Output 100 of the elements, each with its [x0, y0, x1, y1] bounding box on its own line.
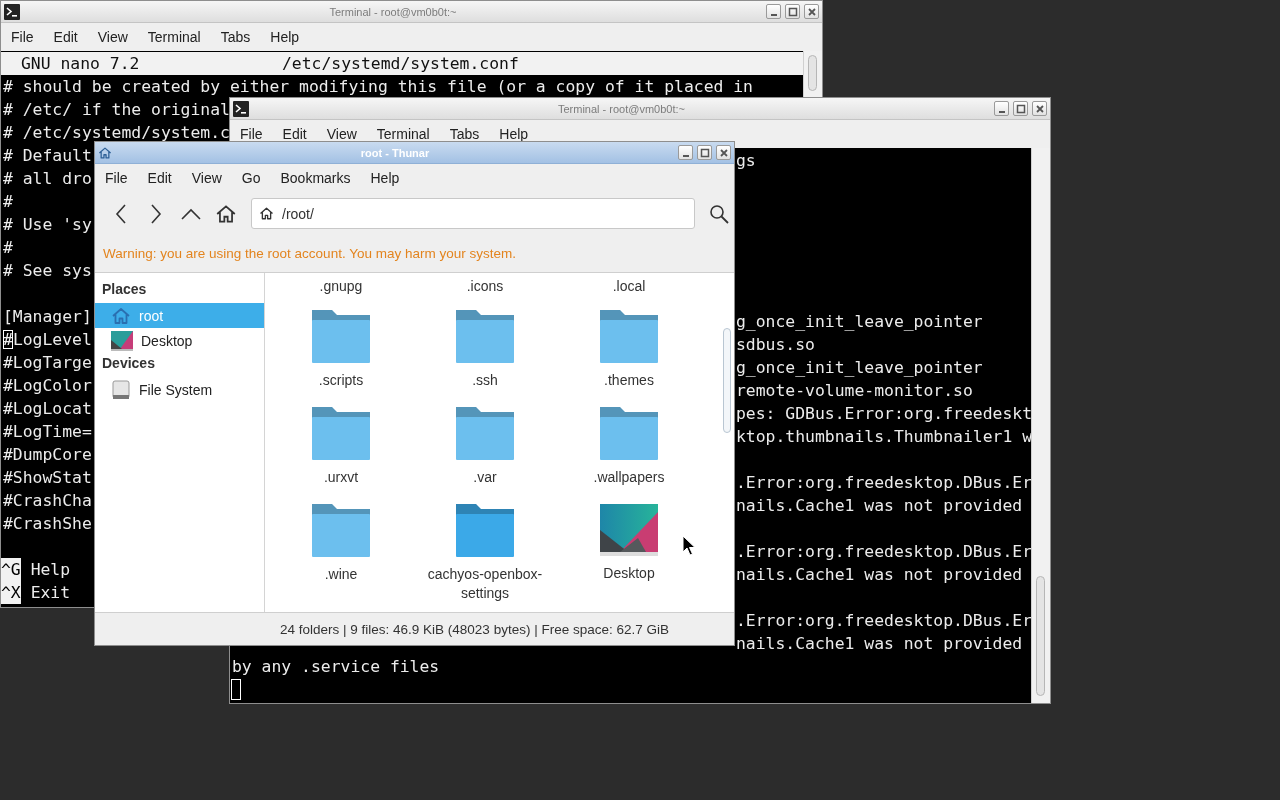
- terminal-line: # Default: [2, 145, 92, 167]
- terminal-line: #DumpCore: [2, 444, 92, 466]
- folder-icon: [456, 504, 514, 557]
- file-name[interactable]: .icons: [466, 276, 504, 296]
- terminal-line: gs: [736, 150, 756, 172]
- terminal-line: nails.Cache1 was not provided: [736, 564, 1023, 586]
- menu-item[interactable]: Bookmarks: [270, 170, 361, 186]
- terminal-line: # Use 'sy: [2, 214, 92, 236]
- menu-item[interactable]: Help: [260, 29, 310, 45]
- editor-version: GNU nano 7.2: [20, 53, 141, 75]
- file-name[interactable]: .local: [612, 276, 646, 296]
- shortcut-key: ^X: [1, 581, 21, 604]
- scroll-thumb[interactable]: [1036, 576, 1045, 696]
- terminal-line: # all dro: [2, 168, 92, 190]
- file-name[interactable]: .wallpapers: [593, 468, 665, 487]
- location-field[interactable]: /root/: [251, 198, 695, 229]
- terminal-line: #CrashShe: [2, 513, 92, 535]
- back-icon: [113, 202, 128, 225]
- minimize-button[interactable]: [766, 4, 781, 19]
- home-icon: [111, 305, 131, 326]
- menu-item[interactable]: File: [1, 29, 44, 45]
- folder-icon: [312, 504, 370, 557]
- terminal-line: #LogTime=: [2, 421, 92, 443]
- folder-icon: [312, 407, 370, 460]
- maximize-icon: [699, 147, 710, 158]
- file-name[interactable]: .scripts: [318, 371, 364, 390]
- minimize-icon: [770, 13, 777, 16]
- file-name[interactable]: .ssh: [472, 371, 498, 390]
- terminal-line: [Manager]: [2, 306, 92, 328]
- terminal-line: nails.Cache1 was not provided: [736, 633, 1023, 655]
- window-title: root - Thunar: [360, 146, 430, 159]
- up-icon: [179, 206, 202, 221]
- maximize-button[interactable]: [785, 4, 800, 19]
- sidebar-item[interactable]: Desktop: [95, 328, 264, 353]
- terminal-line: #LogColor: [2, 375, 92, 397]
- file-name[interactable]: .urxvt: [323, 468, 359, 487]
- file-name[interactable]: .themes: [604, 371, 654, 390]
- terminal-line: # /etc/ if the original: [2, 99, 230, 121]
- menu-item[interactable]: Help: [489, 126, 539, 142]
- close-button[interactable]: [804, 4, 819, 19]
- menu-item[interactable]: Help: [360, 170, 410, 186]
- terminal-line: nails.Cache1 was not provided: [736, 495, 1023, 517]
- terminal-line: # See sys: [2, 260, 92, 282]
- file-name[interactable]: Desktop: [603, 564, 655, 583]
- menu-item[interactable]: Tabs: [439, 126, 490, 142]
- terminal-line: remote-volume-monitor.so: [736, 380, 973, 402]
- terminal-line: #CrashCha: [2, 490, 92, 512]
- sidebar-item[interactable]: File System: [95, 377, 264, 402]
- terminal-line: .Error:org.freedesktop.DBus.Er: [736, 541, 1031, 563]
- menu-item[interactable]: Terminal: [137, 29, 211, 45]
- menu-item[interactable]: Go: [231, 170, 271, 186]
- minimize-button[interactable]: [994, 101, 1009, 116]
- minimize-icon: [998, 110, 1005, 113]
- folder-icon: [456, 407, 514, 460]
- terminal-line: #: [2, 191, 13, 213]
- scrollbar[interactable]: [723, 328, 731, 433]
- status-text: 24 folders | 9 files: 46.9 KiB (48023 bytes) | Free space: 62.7 GiB: [280, 621, 669, 637]
- maximize-icon: [787, 6, 798, 17]
- menu-item[interactable]: Tabs: [210, 29, 261, 45]
- menu-item[interactable]: View: [181, 170, 232, 186]
- scroll-thumb[interactable]: [808, 55, 817, 91]
- maximize-button[interactable]: [697, 145, 712, 160]
- close-icon: [806, 6, 817, 17]
- terminal-line: g_once_init_leave_pointer: [736, 357, 983, 379]
- terminal-line: #LogLevel: [2, 329, 92, 351]
- terminal-line: sdbus.so: [736, 334, 815, 356]
- window-title: Terminal - root@vm0b0t:~: [329, 5, 457, 18]
- terminal-line: pes: GDBus.Error:org.freedeskt: [736, 403, 1031, 425]
- menu-item[interactable]: Terminal: [366, 126, 440, 142]
- maximize-icon: [1015, 103, 1026, 114]
- section-heading: Places: [101, 280, 147, 299]
- close-button[interactable]: [1032, 101, 1047, 116]
- menu-item[interactable]: File: [230, 126, 273, 142]
- file-name[interactable]: cachyos-openbox-settings: [415, 565, 555, 603]
- terminal-icon: [233, 100, 249, 117]
- file-name[interactable]: .gnupg: [319, 276, 363, 296]
- drive-icon: [111, 379, 131, 400]
- close-button[interactable]: [716, 145, 731, 160]
- menu-item[interactable]: Edit: [272, 126, 317, 142]
- terminal-line: # /etc/systemd/system.c: [2, 122, 230, 144]
- menu-item[interactable]: View: [87, 29, 138, 45]
- shortcut-key: ^G: [1, 558, 21, 581]
- file-path: /etc/systemd/system.conf: [282, 53, 519, 75]
- menu-item[interactable]: File: [95, 170, 138, 186]
- warning-message: Warning: you are using the root account. You may harm your system.: [103, 246, 516, 261]
- file-name[interactable]: .wine: [324, 565, 358, 584]
- menu-item[interactable]: View: [316, 126, 367, 142]
- terminal-line: .Error:org.freedesktop.DBus.Er: [736, 610, 1031, 632]
- minimize-button[interactable]: [678, 145, 693, 160]
- maximize-button[interactable]: [1013, 101, 1028, 116]
- search-icon: [708, 203, 729, 224]
- home-icon: [259, 206, 274, 221]
- terminal-line: # should be created by either modifying this file (or a copy of it placed in: [2, 76, 753, 98]
- file-name[interactable]: .var: [473, 468, 497, 487]
- shortcut-label: Help: [30, 559, 71, 581]
- menu-item[interactable]: Edit: [43, 29, 88, 45]
- menu-item[interactable]: Edit: [137, 170, 182, 186]
- forward-icon: [148, 202, 163, 225]
- close-icon: [718, 147, 729, 158]
- wallpaper-icon: [111, 330, 133, 351]
